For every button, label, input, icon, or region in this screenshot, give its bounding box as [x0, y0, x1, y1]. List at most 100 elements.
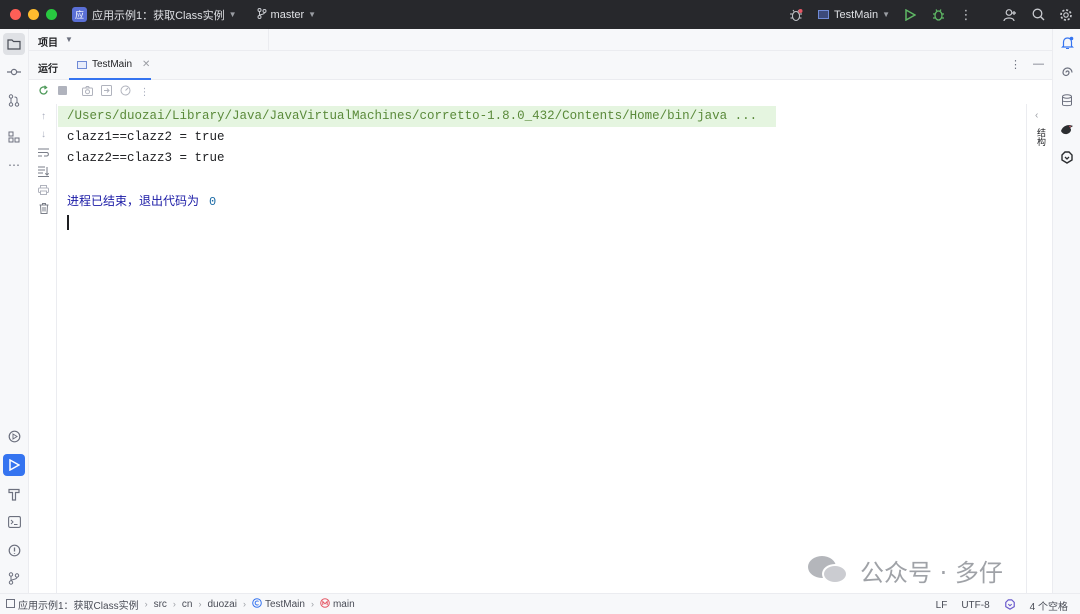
zoom-window-button[interactable] [46, 9, 57, 20]
wechat-icon [808, 555, 850, 586]
project-name: 应用示例1：获取Class实例 [92, 9, 225, 22]
status-bar: 应用示例1：获取Class实例 › src › cn › duozai › Te… [0, 593, 1080, 614]
chevron-right-icon: › [198, 599, 202, 609]
rerun-icon[interactable] [38, 85, 49, 99]
branch-selector[interactable]: master ▼ [257, 7, 317, 22]
crumb-label: 应用示例1：获取Class实例 [18, 600, 139, 612]
notifications-bell-icon[interactable] [1056, 32, 1078, 54]
run-config-selector[interactable]: TestMain ▼ [818, 9, 890, 21]
print-icon[interactable] [37, 185, 50, 198]
more-tools-icon[interactable]: ⋯ [3, 154, 25, 176]
chevron-down-icon: ▼ [308, 10, 317, 19]
git-icon[interactable] [3, 567, 25, 589]
method-icon [320, 598, 330, 610]
run-panel-label: 运行 [38, 64, 58, 75]
text-cursor [67, 215, 69, 230]
database-icon[interactable] [1056, 89, 1078, 111]
settings-gear-icon[interactable] [1052, 0, 1080, 29]
title-bar: 应 应用示例1：获取Class实例 ▼ master ▼ TestMain ▼ … [0, 0, 1080, 29]
debug-button[interactable] [924, 0, 952, 29]
debug-bug-icon[interactable] [782, 0, 810, 29]
chevron-down-icon[interactable]: ▼ [65, 35, 73, 44]
watermark-text: 公众号 · 多仔 [860, 559, 1003, 587]
branch-icon [257, 7, 267, 22]
console-output-line-1: clazz1==clazz2 = true [67, 130, 225, 144]
breadcrumb: 应用示例1：获取Class实例 › src › cn › duozai › Te… [6, 597, 355, 612]
up-arrow-icon[interactable]: ↑ [37, 111, 50, 124]
scroll-to-end-icon[interactable] [37, 166, 50, 179]
breadcrumb-src[interactable]: src [154, 599, 167, 610]
project-badge: 应 [72, 7, 87, 22]
project-panel-header: 项目 ▼ [29, 29, 1052, 51]
copilot-icon[interactable] [1056, 146, 1078, 168]
ai-assistant-spiral-icon[interactable] [1056, 61, 1078, 83]
breadcrumb-main[interactable]: main [320, 598, 355, 610]
chevron-down-icon: ▼ [228, 10, 237, 19]
module-icon [6, 598, 15, 610]
class-icon [252, 598, 262, 610]
tab-label: TestMain [92, 59, 133, 70]
chevron-right-icon: › [310, 599, 314, 609]
down-arrow-icon[interactable]: ↓ [37, 129, 50, 142]
indent-setting[interactable]: 4 个空格 [1030, 598, 1068, 613]
run-panel-header: 运行 TestMain ✕ ⋮ — [29, 51, 1052, 80]
structure-side-label[interactable]: 结构 [1034, 128, 1047, 146]
services-icon[interactable] [3, 425, 25, 447]
app-config-icon [77, 60, 87, 69]
console-command-line[interactable]: /Users/duozai/Library/Java/JavaVirtualMa… [58, 106, 776, 127]
clear-trash-icon[interactable] [37, 203, 50, 216]
export-icon[interactable] [101, 85, 112, 99]
branch-name: master [270, 8, 305, 21]
file-encoding[interactable]: UTF-8 [961, 600, 989, 611]
run-tool-icon[interactable] [3, 454, 25, 476]
run-button[interactable] [896, 0, 924, 29]
breadcrumb-cn[interactable]: cn [182, 599, 193, 610]
build-hammer-icon[interactable] [3, 483, 25, 505]
search-icon[interactable] [1024, 0, 1052, 29]
window-controls [10, 9, 57, 20]
copilot-status-icon[interactable] [1004, 598, 1016, 613]
console-toolbar: ⋮ [29, 80, 1026, 104]
close-window-button[interactable] [10, 9, 21, 20]
plugin-bird-icon[interactable] [1056, 118, 1078, 140]
right-tool-strip [1052, 29, 1080, 593]
chevron-right-icon: › [242, 599, 246, 609]
left-tool-strip: ⋯ [0, 29, 29, 593]
screenshot-camera-icon[interactable] [82, 85, 93, 99]
project-selector[interactable]: 应 应用示例1：获取Class实例 ▼ [72, 5, 243, 25]
watermark: 公众号 · 多仔 [808, 553, 1003, 588]
commit-icon[interactable] [3, 61, 25, 83]
project-panel-label[interactable]: 项目 [38, 34, 58, 49]
console-output-line-2: clazz2==clazz3 = true [67, 151, 225, 165]
minimize-panel-icon[interactable]: — [1033, 58, 1044, 71]
console-side-toolbar: ↑ ↓ [29, 104, 57, 593]
crumb-label: main [332, 598, 355, 610]
process-exit-message: 进程已结束，退出代码为 0 [67, 191, 216, 212]
line-ending[interactable]: LF [936, 600, 948, 611]
structure-icon[interactable] [3, 126, 25, 148]
minimize-window-button[interactable] [28, 9, 39, 20]
terminal-icon[interactable] [3, 511, 25, 533]
console-right-strip: ‹ 结构 [1026, 104, 1052, 593]
breadcrumb-project[interactable]: 应用示例1：获取Class实例 [6, 597, 139, 612]
divider [268, 29, 269, 51]
pull-request-icon[interactable] [3, 89, 25, 111]
chevron-down-icon: ▼ [882, 10, 890, 19]
console-output[interactable]: /Users/duozai/Library/Java/JavaVirtualMa… [58, 104, 1026, 593]
breadcrumb-testmain[interactable]: TestMain [252, 598, 305, 610]
chevron-left-icon[interactable]: ‹ [1035, 110, 1038, 121]
soft-wrap-icon[interactable] [37, 148, 50, 161]
exit-text: 进程已结束，退出代码为 [67, 194, 200, 208]
options-more-icon[interactable]: ⋮ [1010, 58, 1021, 71]
problems-icon[interactable] [3, 539, 25, 561]
close-tab-icon[interactable]: ✕ [142, 59, 150, 70]
more-options-icon[interactable]: ⋮ [139, 87, 150, 98]
profiler-icon[interactable] [120, 85, 131, 99]
add-user-icon[interactable] [996, 0, 1024, 29]
stop-icon[interactable] [57, 86, 68, 98]
chevron-right-icon: › [144, 599, 148, 609]
more-actions-icon[interactable]: ⋮ [952, 0, 980, 29]
project-folder-icon[interactable] [3, 33, 25, 55]
breadcrumb-duozai[interactable]: duozai [207, 599, 236, 610]
tab-testmain[interactable]: TestMain ✕ [69, 51, 151, 80]
